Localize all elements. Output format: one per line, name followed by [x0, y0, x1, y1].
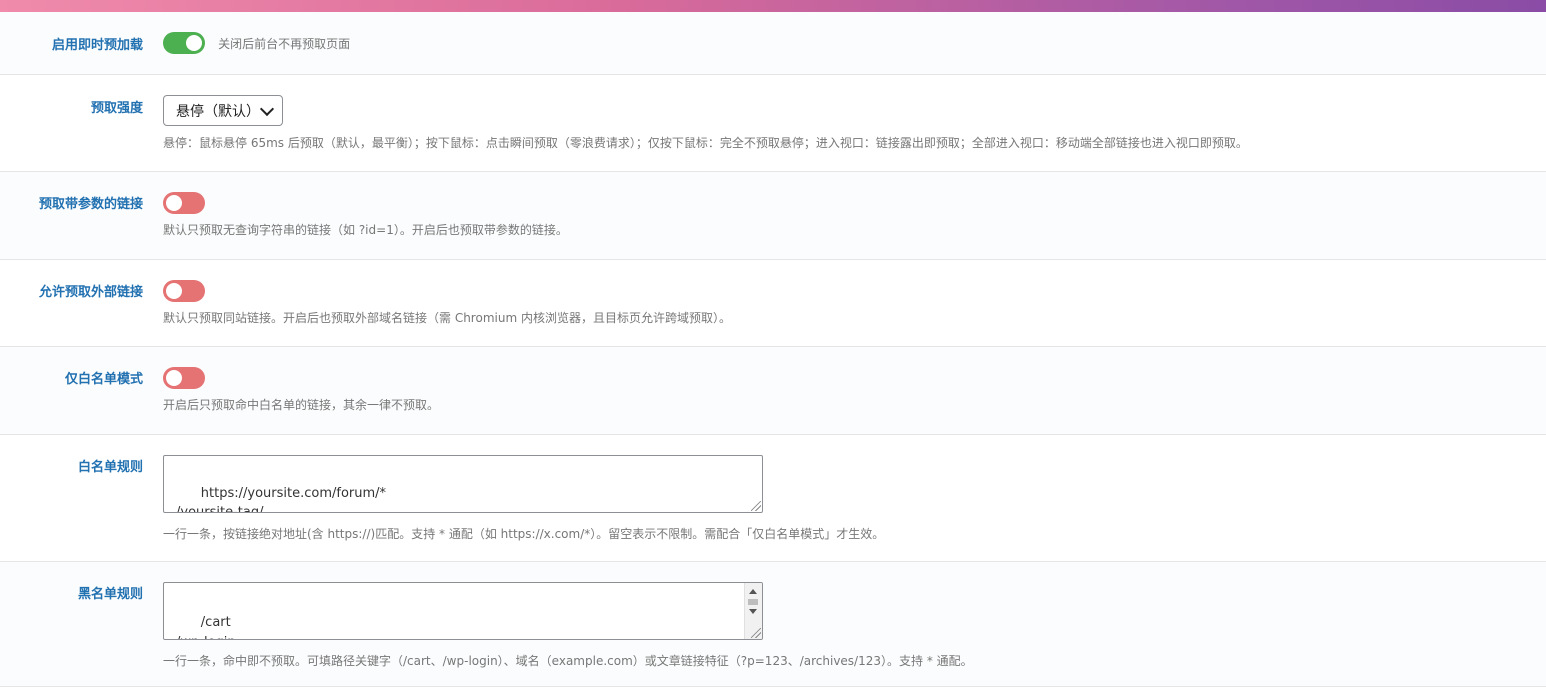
setting-row-blacklist-rules: 黑名单规则 /cart /wp-login ?add-to-cart 一行一条，… — [0, 562, 1546, 687]
setting-row-prefetch-strength: 预取强度 悬停（默认） 悬停：鼠标悬停 65ms 后预取（默认，最平衡）；按下鼠… — [0, 75, 1546, 172]
setting-description: 关闭后前台不再预取页面 — [218, 36, 351, 51]
setting-label: 允许预取外部链接 — [38, 285, 143, 300]
top-gradient-bar — [0, 0, 1546, 12]
whitelist-rules-textarea[interactable]: https://yoursite.com/forum/* /yoursite-t… — [163, 455, 763, 513]
setting-row-instant-preload: 启用即时预加载 关闭后前台不再预取页面 — [0, 12, 1546, 75]
toggle-knob — [186, 35, 202, 51]
param-links-toggle[interactable] — [163, 192, 205, 214]
resize-handle-icon[interactable] — [751, 628, 761, 638]
setting-label: 预取强度 — [90, 101, 143, 116]
prefetch-strength-select[interactable]: 悬停（默认） — [163, 95, 283, 126]
setting-label: 白名单规则 — [77, 460, 143, 475]
setting-description: 开启后只预取命中白名单的链接，其余一律不预取。 — [163, 398, 440, 412]
setting-label: 预取带参数的链接 — [38, 197, 143, 212]
scroll-thumb[interactable] — [748, 599, 758, 605]
setting-row-external-links: 允许预取外部链接 默认只预取同站链接。开启后也预取外部域名链接（需 Chromi… — [0, 260, 1546, 347]
instant-preload-toggle[interactable] — [163, 32, 205, 54]
external-links-toggle[interactable] — [163, 280, 205, 302]
setting-description: 悬停：鼠标悬停 65ms 后预取（默认，最平衡）；按下鼠标：点击瞬间预取（零浪费… — [163, 136, 1248, 150]
setting-description: 默认只预取同站链接。开启后也预取外部域名链接（需 Chromium 内核浏览器，… — [163, 311, 731, 325]
blacklist-rules-textarea[interactable]: /cart /wp-login ?add-to-cart — [163, 582, 763, 640]
scroll-up-icon[interactable] — [749, 589, 757, 594]
whitelist-mode-toggle[interactable] — [163, 367, 205, 389]
setting-label: 仅白名单模式 — [64, 372, 143, 387]
setting-description: 一行一条，按链接绝对地址(含 https://)匹配。支持 * 通配（如 htt… — [163, 527, 885, 541]
toggle-knob — [166, 195, 182, 211]
setting-row-whitelist-rules: 白名单规则 https://yoursite.com/forum/* /your… — [0, 435, 1546, 562]
setting-description: 一行一条，命中即不预取。可填路径关键字（/cart、/wp-login）、域名（… — [163, 654, 973, 668]
textarea-value: /cart /wp-login ?add-to-cart — [176, 615, 236, 639]
setting-label: 黑名单规则 — [77, 587, 143, 602]
chevron-down-icon — [259, 101, 275, 116]
toggle-knob — [166, 283, 182, 299]
scroll-down-icon[interactable] — [749, 609, 757, 614]
resize-handle-icon[interactable] — [751, 501, 761, 511]
setting-row-whitelist-mode: 仅白名单模式 开启后只预取命中白名单的链接，其余一律不预取。 — [0, 347, 1546, 435]
setting-description: 默认只预取无查询字符串的链接（如 ?id=1）。开启后也预取带参数的链接。 — [163, 223, 568, 237]
setting-label: 启用即时预加载 — [51, 38, 143, 53]
setting-row-param-links: 预取带参数的链接 默认只预取无查询字符串的链接（如 ?id=1）。开启后也预取带… — [0, 172, 1546, 260]
textarea-value: https://yoursite.com/forum/* /yoursite-t… — [176, 486, 387, 513]
select-value: 悬停（默认） — [176, 103, 260, 120]
toggle-knob — [166, 370, 182, 386]
